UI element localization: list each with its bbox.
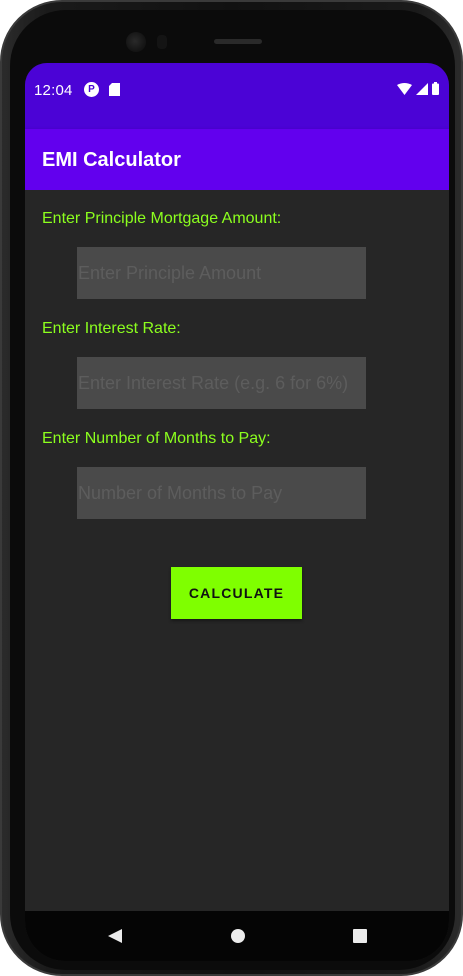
back-icon[interactable]	[105, 926, 125, 946]
p-icon: P	[84, 82, 99, 97]
interest-label: Enter Interest Rate:	[42, 320, 181, 337]
phone-frame: 12:04 P EMI Calculator Enter Principle M…	[0, 0, 463, 976]
navigation-bar	[25, 911, 449, 961]
home-icon[interactable]	[228, 926, 248, 946]
status-time: 12:04	[34, 82, 73, 99]
sensor-icon	[157, 35, 167, 49]
form-content: Enter Principle Mortgage Amount: Enter I…	[25, 190, 449, 911]
front-camera-icon	[126, 32, 146, 52]
status-bar: 12:04 P	[25, 63, 449, 129]
principal-label: Enter Principle Mortgage Amount:	[42, 210, 282, 227]
months-label: Enter Number of Months to Pay:	[42, 430, 271, 447]
device-stage: 12:04 P EMI Calculator Enter Principle M…	[0, 0, 463, 976]
principal-input[interactable]	[77, 247, 366, 299]
interest-input[interactable]	[77, 357, 366, 409]
battery-icon	[432, 82, 439, 95]
calculate-button[interactable]: CALCULATE	[171, 567, 302, 619]
phone-screen: 12:04 P EMI Calculator Enter Principle M…	[25, 63, 449, 961]
sd-card-icon	[109, 83, 120, 96]
app-bar: EMI Calculator	[25, 129, 449, 190]
status-right-icons	[397, 82, 439, 95]
wifi-icon	[397, 82, 412, 95]
months-input[interactable]	[77, 467, 366, 519]
signal-icon	[416, 82, 428, 95]
earpiece-speaker	[214, 39, 262, 44]
recents-icon[interactable]	[350, 926, 370, 946]
app-title: EMI Calculator	[42, 149, 181, 171]
